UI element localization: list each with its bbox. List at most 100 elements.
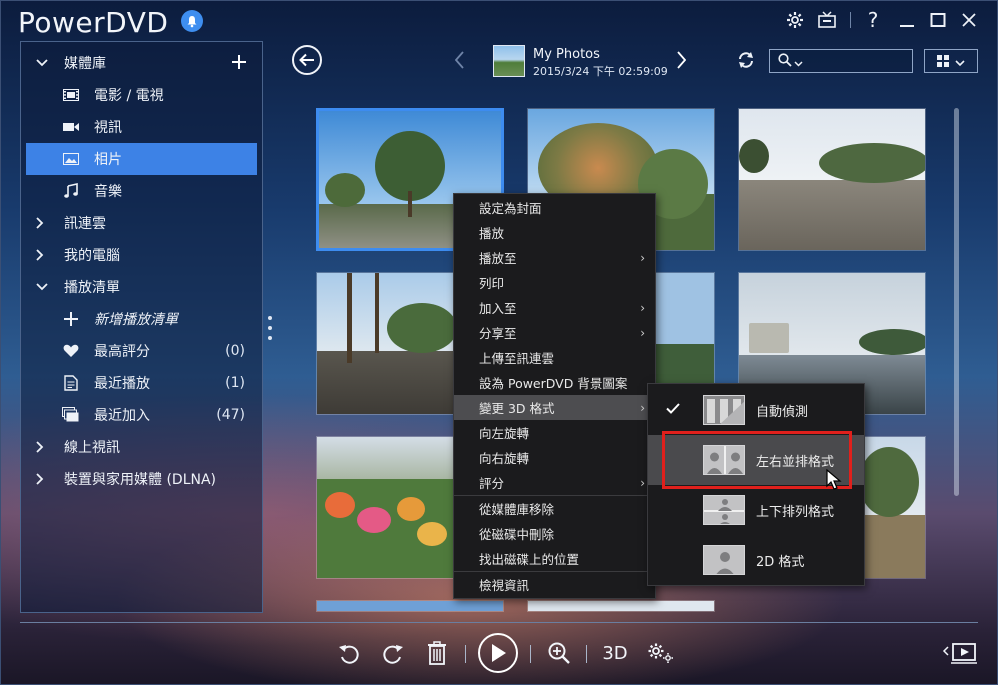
title-separator <box>850 12 851 28</box>
grid-view-icon <box>937 52 949 71</box>
sidebar-item-label: 視訊 <box>94 120 122 136</box>
sidebar-item-label: 音樂 <box>94 184 122 200</box>
back-arrow-icon[interactable] <box>292 45 322 75</box>
sidebar-item-label: 新增播放清單 <box>94 312 178 328</box>
submenu-item-2d[interactable]: 2D 格式 <box>648 535 864 585</box>
menu-item-play[interactable]: 播放 <box>454 220 655 245</box>
chevron-down-icon <box>955 52 965 71</box>
album-thumbnail <box>493 45 525 77</box>
3d-toggle-button[interactable]: 3D <box>600 637 630 669</box>
plus-icon <box>62 312 80 326</box>
play-icon <box>492 644 506 662</box>
menu-item-label: 變更 3D 格式 <box>479 401 555 416</box>
player-mode-icon[interactable] <box>940 637 980 669</box>
trash-icon[interactable] <box>424 637 450 669</box>
menu-item-label: 檢視資訊 <box>479 578 530 593</box>
sidebar-item-dlna[interactable]: 裝置與家用媒體 (DLNA) <box>26 463 257 495</box>
menu-item-add-to[interactable]: 加入至 › <box>454 295 655 320</box>
view-mode-button[interactable] <box>924 49 978 73</box>
toolbar-separator <box>530 645 531 663</box>
refresh-icon[interactable] <box>736 50 756 70</box>
rotate-left-icon[interactable] <box>336 637 362 669</box>
photo-thumbnail[interactable] <box>527 600 715 612</box>
menu-item-rotate-right[interactable]: 向右旋轉 <box>454 445 655 470</box>
toolbar-separator <box>465 645 466 663</box>
submenu-item-label: 上下排列格式 <box>756 504 835 520</box>
context-menu: 設定為封面 播放 播放至 › 列印 加入至 › 分享至 › 上傳至訊連雲 設為 Pow… <box>453 193 656 599</box>
maximize-icon[interactable] <box>927 9 949 31</box>
search-input[interactable] <box>809 54 909 68</box>
sidebar-item-library[interactable]: 媒體庫 <box>26 47 257 79</box>
photo-thumbnail[interactable] <box>316 600 504 612</box>
menu-item-view-info[interactable]: 檢視資訊 <box>454 572 655 597</box>
sidebar-item-my-computer[interactable]: 我的電腦 <box>26 239 257 271</box>
menu-item-set-as-cover[interactable]: 設定為封面 <box>454 195 655 220</box>
auto-detect-film-icon <box>703 395 745 425</box>
add-icon[interactable] <box>231 54 247 74</box>
menu-item-label: 從媒體庫移除 <box>479 502 555 517</box>
menu-item-upload-to-cloud[interactable]: 上傳至訊連雲 <box>454 345 655 370</box>
vertical-scrollbar[interactable] <box>954 108 959 496</box>
sidebar-item-label: 電影 / 電視 <box>94 88 164 104</box>
submenu-item-auto-detect[interactable]: 自動偵測 <box>648 385 864 435</box>
menu-item-share-to[interactable]: 分享至 › <box>454 320 655 345</box>
video-camera-icon <box>62 121 80 133</box>
sidebar-item-recently-played[interactable]: 最近播放 (1) <box>26 367 257 399</box>
menu-item-rate[interactable]: 評分 › <box>454 470 655 495</box>
sidebar-item-top-rated[interactable]: 最高評分 (0) <box>26 335 257 367</box>
top-bottom-icon <box>703 495 745 525</box>
toolbar-divider <box>20 622 978 623</box>
sidebar-item-label: 最近播放 <box>94 376 150 392</box>
menu-item-label: 播放至 <box>479 251 517 266</box>
menu-item-print[interactable]: 列印 <box>454 270 655 295</box>
menu-item-locate-on-disk[interactable]: 找出磁碟上的位置 <box>454 546 655 571</box>
sidebar-splitter-handle[interactable] <box>268 316 272 346</box>
checkmark-icon <box>666 402 680 418</box>
menu-item-label: 找出磁碟上的位置 <box>479 552 580 567</box>
menu-item-remove-from-library[interactable]: 從媒體庫移除 <box>454 496 655 521</box>
menu-item-set-as-background[interactable]: 設為 PowerDVD 背景圖案 <box>454 370 655 395</box>
play-button[interactable] <box>478 633 518 673</box>
tv-mode-icon[interactable] <box>816 9 838 31</box>
notification-bell-icon[interactable] <box>181 10 203 32</box>
menu-item-label: 播放 <box>479 226 505 241</box>
settings-gear-icon[interactable] <box>784 9 806 31</box>
sidebar-item-new-playlist[interactable]: 新增播放清單 <box>26 303 257 335</box>
photo-thumbnail[interactable] <box>738 108 926 251</box>
minimize-icon[interactable] <box>896 9 918 31</box>
menu-item-label: 從磁碟中刪除 <box>479 527 555 542</box>
sidebar-item-label: 訊連雲 <box>64 216 106 232</box>
submenu-arrow-icon: › <box>640 475 645 490</box>
sidebar-item-photos[interactable]: 相片 <box>26 143 257 175</box>
search-box[interactable] <box>769 49 913 73</box>
menu-item-play-to[interactable]: 播放至 › <box>454 245 655 270</box>
sidebar-item-videos[interactable]: 視訊 <box>26 111 257 143</box>
previous-album-icon[interactable] <box>452 50 468 70</box>
settings-gears-icon[interactable] <box>646 637 676 669</box>
mouse-pointer-icon <box>826 468 842 495</box>
sidebar-item-movies-tv[interactable]: 電影 / 電視 <box>26 79 257 111</box>
submenu-item-label: 自動偵測 <box>756 404 809 420</box>
menu-item-label: 加入至 <box>479 301 517 316</box>
sidebar-item-music[interactable]: 音樂 <box>26 175 257 207</box>
next-album-icon[interactable] <box>673 50 689 70</box>
submenu-item-label: 2D 格式 <box>756 554 805 570</box>
help-icon[interactable]: ? <box>862 8 884 32</box>
menu-item-change-3d-format[interactable]: 變更 3D 格式 › <box>454 395 655 420</box>
submenu-arrow-icon: › <box>640 325 645 340</box>
film-icon <box>62 89 80 101</box>
chevron-down-icon[interactable] <box>794 52 803 71</box>
sidebar-item-label: 我的電腦 <box>64 248 120 264</box>
menu-item-label: 向右旋轉 <box>479 451 530 466</box>
sidebar-item-playlist[interactable]: 播放清單 <box>26 271 257 303</box>
zoom-in-icon[interactable] <box>546 637 572 669</box>
sidebar-item-online-video[interactable]: 線上視訊 <box>26 431 257 463</box>
menu-item-delete-from-disk[interactable]: 從磁碟中刪除 <box>454 521 655 546</box>
rotate-right-icon[interactable] <box>380 637 406 669</box>
sidebar-item-label: 相片 <box>94 152 122 168</box>
sidebar-item-recently-added[interactable]: 最近加入 (47) <box>26 399 257 431</box>
close-icon[interactable] <box>958 9 980 31</box>
sidebar-item-cloud[interactable]: 訊連雲 <box>26 207 257 239</box>
sidebar-item-label: 最高評分 <box>94 344 150 360</box>
menu-item-rotate-left[interactable]: 向左旋轉 <box>454 420 655 445</box>
